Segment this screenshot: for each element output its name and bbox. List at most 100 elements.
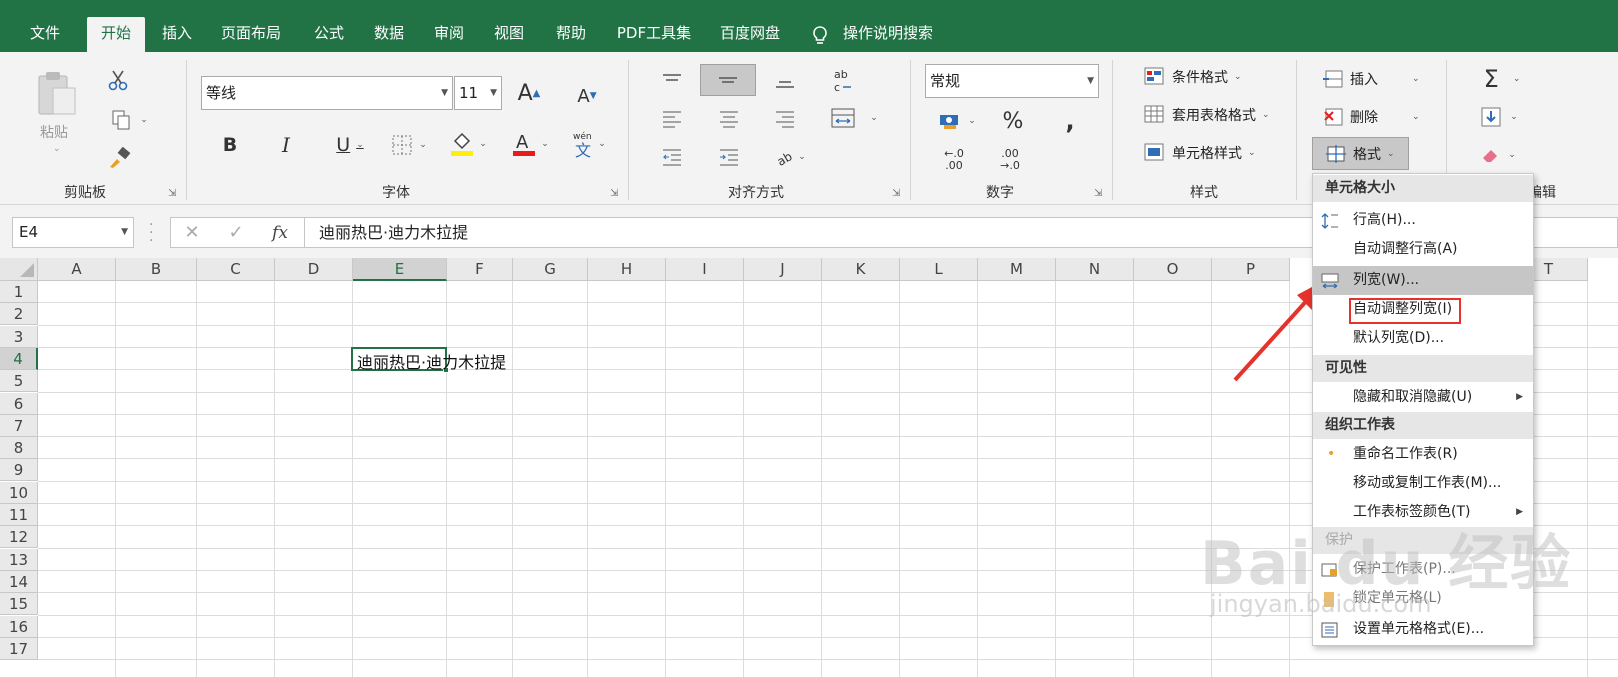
delete-cells-button[interactable]: 删除 ⌄ [1322, 102, 1420, 132]
cancel-icon[interactable]: ✕ [177, 220, 207, 246]
row-header-8[interactable]: 8 [0, 437, 38, 460]
align-center-button[interactable] [712, 104, 746, 134]
tab-baidu-netdisk[interactable]: 百度网盘 [708, 17, 792, 52]
row-header-2[interactable]: 2 [0, 303, 38, 326]
fill-color-button[interactable]: ⌄ [444, 128, 492, 160]
text-orientation-button[interactable]: ab ⌄ [768, 142, 812, 172]
menu-rename-sheet[interactable]: • 重命名工作表(R) [1313, 440, 1533, 469]
number-launcher-icon[interactable]: ⇲ [1094, 188, 1102, 199]
font-launcher-icon[interactable]: ⇲ [610, 188, 618, 199]
menu-autofit-row-height[interactable]: 自动调整行高(A) [1313, 235, 1533, 264]
tab-file[interactable]: 文件 [18, 17, 72, 52]
phonetic-guide-button[interactable]: wén 文 ⌄ [566, 128, 612, 160]
tab-data[interactable]: 数据 [362, 17, 416, 52]
copy-button[interactable]: ⌄ [104, 106, 154, 134]
tab-insert[interactable]: 插入 [150, 17, 204, 52]
align-right-button[interactable] [768, 104, 802, 134]
tab-tell-me[interactable]: 操作说明搜索 [838, 17, 938, 52]
align-left-button[interactable] [655, 104, 689, 134]
menu-move-copy-sheet[interactable]: 移动或复制工作表(M)... [1313, 469, 1533, 498]
row-header-10[interactable]: 10 [0, 481, 38, 504]
cell-styles-button[interactable]: 单元格样式 ⌄ [1144, 138, 1256, 168]
italic-button[interactable]: I [272, 130, 300, 160]
format-as-table-button[interactable]: 套用表格格式 ⌄ [1144, 100, 1270, 130]
comma-style-button[interactable]: , [1058, 106, 1082, 136]
column-header-k[interactable]: K [822, 258, 900, 281]
format-cells-dropdown-button[interactable]: 格式 ⌄ [1312, 137, 1409, 170]
menu-default-width[interactable]: 默认列宽(D)... [1313, 324, 1533, 353]
insert-cells-button[interactable]: 插入 ⌄ [1322, 64, 1420, 94]
column-header-a[interactable]: A [38, 258, 116, 281]
paste-caret[interactable]: ⌄ [53, 144, 61, 154]
conditional-formatting-button[interactable]: 条件格式 ⌄ [1144, 62, 1242, 92]
column-header-n[interactable]: N [1056, 258, 1134, 281]
lightbulb-icon[interactable] [810, 25, 830, 47]
decrease-font-size-button[interactable]: A ▼ [572, 82, 602, 110]
name-box[interactable]: E4 ▼ [12, 217, 134, 248]
merge-center-button[interactable]: ⌄ [822, 102, 886, 134]
column-header-e[interactable]: E [353, 258, 447, 281]
column-header-g[interactable]: G [513, 258, 588, 281]
underline-button[interactable]: U ⌄ [326, 130, 374, 160]
row-header-13[interactable]: 13 [0, 548, 38, 571]
tab-help[interactable]: 帮助 [544, 17, 598, 52]
number-format-combo[interactable]: 常规 ▼ [925, 64, 1099, 98]
row-header-5[interactable]: 5 [0, 370, 38, 393]
tab-pdf-tools[interactable]: PDF工具集 [610, 17, 698, 52]
alignment-launcher-icon[interactable]: ⇲ [892, 188, 900, 199]
column-header-h[interactable]: H [588, 258, 666, 281]
formula-bar-grip-icon[interactable]: · · · [149, 218, 153, 248]
column-header-o[interactable]: O [1134, 258, 1212, 281]
row-header-3[interactable]: 3 [0, 325, 38, 348]
row-header-16[interactable]: 16 [0, 615, 38, 638]
cut-button[interactable] [104, 66, 132, 94]
column-header-m[interactable]: M [978, 258, 1056, 281]
increase-decimal-button[interactable]: ←.0.00 [938, 144, 970, 176]
select-all-corner[interactable] [0, 258, 38, 281]
borders-button[interactable]: ⌄ [386, 130, 432, 160]
column-header-f[interactable]: F [447, 258, 513, 281]
insert-function-icon[interactable]: fx [265, 220, 295, 246]
row-header-17[interactable]: 17 [0, 637, 38, 660]
align-top-button[interactable] [655, 66, 689, 96]
tab-home[interactable]: 开始 [87, 17, 145, 52]
fill-button[interactable]: ⌄ [1474, 102, 1524, 132]
bold-button[interactable]: B [216, 130, 244, 160]
clear-button[interactable]: ⌄ [1474, 140, 1522, 170]
tab-page-layout[interactable]: 页面布局 [212, 17, 290, 52]
clipboard-launcher-icon[interactable]: ⇲ [168, 188, 176, 199]
menu-row-height[interactable]: 行高(H)... [1313, 206, 1533, 235]
column-header-l[interactable]: L [900, 258, 978, 281]
font-color-button[interactable]: A ⌄ [506, 128, 554, 160]
accounting-format-button[interactable]: ⌄ [932, 106, 982, 136]
row-header-7[interactable]: 7 [0, 414, 38, 437]
row-header-15[interactable]: 15 [0, 593, 38, 616]
row-header-12[interactable]: 12 [0, 526, 38, 549]
tab-formulas[interactable]: 公式 [302, 17, 356, 52]
increase-font-size-button[interactable]: A ▲ [514, 78, 544, 108]
row-header-1[interactable]: 1 [0, 281, 38, 303]
decrease-decimal-button[interactable]: .00 →.0 [994, 144, 1026, 176]
orientation-button[interactable]: ab c [826, 64, 860, 98]
format-painter-button[interactable] [104, 144, 134, 172]
tab-review[interactable]: 审阅 [422, 17, 476, 52]
menu-format-cells[interactable]: 设置单元格格式(E)... [1313, 615, 1533, 644]
menu-hide-unhide[interactable]: 隐藏和取消隐藏(U) ▶ [1313, 383, 1533, 412]
column-header-c[interactable]: C [197, 258, 275, 281]
percent-style-button[interactable]: % [998, 106, 1028, 136]
decrease-indent-button[interactable] [655, 142, 689, 172]
autosum-button[interactable]: Σ ⌄ [1472, 64, 1532, 94]
row-header-4[interactable]: 4 [0, 347, 38, 370]
column-header-i[interactable]: I [666, 258, 744, 281]
align-bottom-button[interactable] [768, 66, 802, 96]
menu-column-width[interactable]: 列宽(W)... [1313, 266, 1533, 295]
increase-indent-button[interactable] [712, 142, 746, 172]
tab-view[interactable]: 视图 [482, 17, 536, 52]
column-header-d[interactable]: D [275, 258, 353, 281]
row-header-6[interactable]: 6 [0, 392, 38, 415]
font-size-combo[interactable]: 11 ▼ [454, 76, 502, 110]
row-header-14[interactable]: 14 [0, 570, 38, 593]
column-header-j[interactable]: J [744, 258, 822, 281]
align-middle-button[interactable] [700, 64, 756, 96]
paste-button[interactable] [30, 64, 84, 124]
